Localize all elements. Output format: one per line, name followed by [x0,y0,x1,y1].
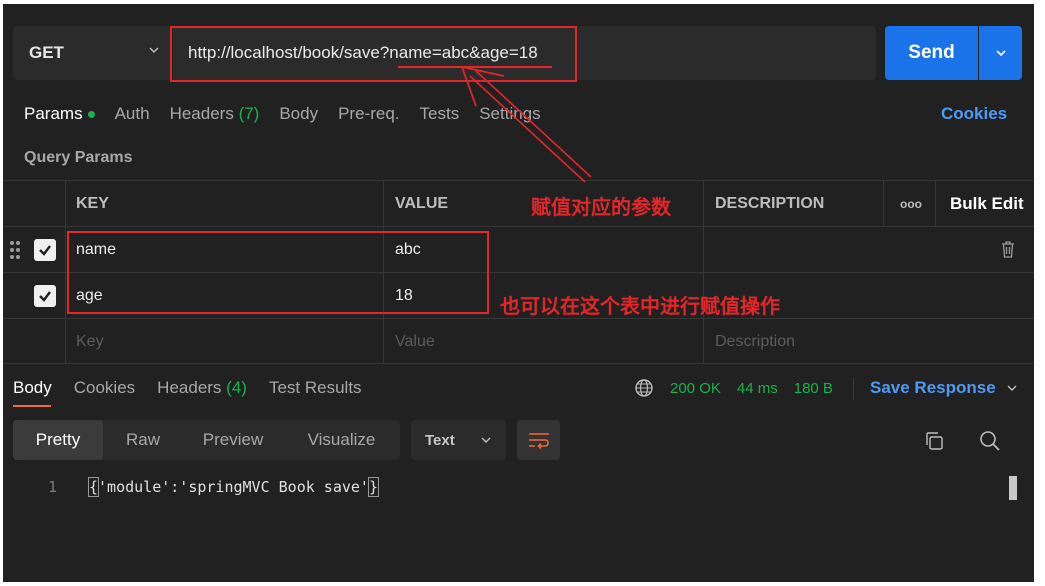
chevron-down-icon [995,50,1006,57]
send-button[interactable]: Send [885,26,978,80]
row-checkbox[interactable] [34,239,56,261]
new-key-input[interactable]: Key [76,319,104,364]
trash-icon[interactable] [1000,239,1016,259]
tab-response-cookies-label: Cookies [73,378,136,397]
description-column-header: DESCRIPTION [715,194,825,212]
tab-auth-label: Auth [114,104,150,123]
view-pretty[interactable]: Pretty [13,420,103,460]
params-active-dot [87,111,95,119]
chevron-down-icon [149,47,159,54]
body-text: 'module':'springMVC Book save' [98,478,369,496]
tab-pre-request[interactable]: Pre-req. [338,104,399,124]
check-icon [39,245,51,256]
new-value-input[interactable]: Value [395,319,435,364]
query-params-title: Query Params [24,149,133,166]
tab-test-results-label: Test Results [268,378,362,397]
tab-headers[interactable]: Headers (7) [170,104,260,124]
key-column-header: KEY [76,194,109,212]
value-column-header: VALUE [395,194,449,212]
search-icon[interactable] [978,429,1002,453]
drag-handle-icon[interactable] [9,240,21,260]
tab-response-headers-label: Headers [157,378,222,397]
chevron-down-icon [1007,385,1017,391]
view-raw[interactable]: Raw [103,420,183,460]
chevron-down-icon [481,437,491,443]
copy-icon[interactable] [923,430,945,452]
method-select[interactable]: GET [13,26,171,80]
tab-params-label: Params [24,104,83,123]
line-number: 1 [48,478,58,496]
url-highlight-box [170,26,577,82]
method-label: GET [29,43,64,62]
send-options-button[interactable] [979,26,1022,80]
tab-test-results[interactable]: Test Results [269,378,362,398]
cookies-link[interactable]: Cookies [941,104,1007,124]
table-annotation: 也可以在这个表中进行赋值操作 [500,294,780,318]
status-code[interactable]: 200 OK [670,380,721,397]
table-row-empty: Key Value Description [3,318,1034,364]
new-description-input[interactable]: Description [715,319,795,364]
response-size[interactable]: 180 B [794,380,833,397]
response-stats: 200 OK 44 ms 180 B [634,376,849,400]
url-annotation: 赋值对应的参数 [531,195,671,219]
format-select[interactable]: Text [411,420,506,460]
tab-body-label: Body [279,104,319,123]
divider [853,378,854,400]
wrap-lines-icon [528,433,549,449]
tab-response-body[interactable]: Body [13,378,52,398]
tab-auth[interactable]: Auth [115,104,150,124]
check-icon [39,291,51,302]
tab-response-body-label: Body [13,378,52,397]
params-highlight-box [67,231,489,314]
headers-count: (7) [238,104,260,123]
view-preview[interactable]: Preview [183,420,283,460]
tab-settings-label: Settings [479,104,541,123]
row-checkbox[interactable] [34,285,56,307]
tab-headers-label: Headers [169,104,234,123]
close-brace: } [367,477,380,497]
tab-params[interactable]: Params [24,104,95,124]
send-label: Send [908,42,955,63]
active-tab-underline [13,405,51,407]
scrollbar-thumb[interactable] [1009,476,1017,500]
format-label: Text [425,431,455,449]
more-options-button[interactable]: ooo [900,181,922,226]
view-visualize[interactable]: Visualize [283,420,400,460]
tab-tests[interactable]: Tests [420,104,460,124]
tab-response-headers[interactable]: Headers (4) [157,378,247,398]
table-header-row: KEY VALUE DESCRIPTION ooo Bulk Edit [3,180,1034,226]
response-body-code[interactable]: {'module':'springMVC Book save'} [87,477,380,497]
response-view-tabs: Pretty Raw Preview Visualize [13,420,400,460]
open-brace: { [87,477,100,497]
tab-body[interactable]: Body [279,104,318,124]
globe-icon[interactable] [634,378,654,398]
save-response-label: Save Response [870,378,996,397]
tab-response-cookies[interactable]: Cookies [74,378,135,398]
tab-pre-request-label: Pre-req. [338,104,400,123]
response-tabs: Body Cookies Headers (4) Test Results [13,376,384,400]
tab-settings[interactable]: Settings [479,104,540,124]
request-tabs: Params Auth Headers (7) Body Pre-req. Te… [24,102,561,126]
response-time[interactable]: 44 ms [737,380,778,397]
save-response-button[interactable]: Save Response [870,376,1018,400]
tab-tests-label: Tests [419,104,460,123]
response-headers-count: (4) [226,378,247,397]
bulk-edit-button[interactable]: Bulk Edit [950,181,1024,226]
wrap-lines-button[interactable] [517,420,560,460]
